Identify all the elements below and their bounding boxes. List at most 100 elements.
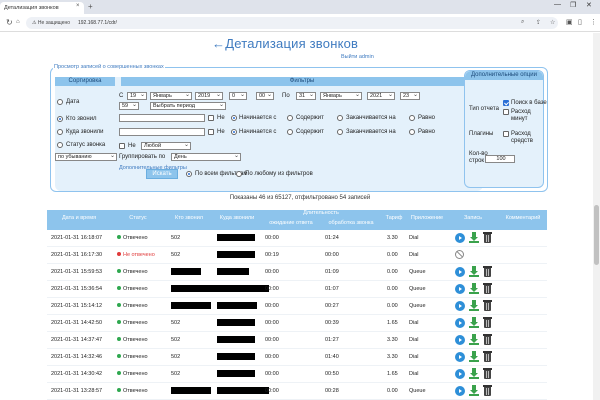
play-icon[interactable]: [455, 284, 465, 294]
play-icon[interactable]: [455, 386, 465, 396]
callee-contains-radio[interactable]: [287, 129, 293, 135]
caller-input[interactable]: [119, 114, 205, 122]
download-icon[interactable]: [469, 368, 479, 379]
url-text[interactable]: 192.168.77.1/cdr/: [78, 20, 117, 26]
trash-icon[interactable]: [483, 283, 492, 294]
col-datetime[interactable]: Дата и время: [47, 210, 111, 230]
sort-order-select[interactable]: по убыванию: [55, 153, 117, 161]
play-icon[interactable]: [455, 233, 465, 243]
sort-radio-date[interactable]: [57, 99, 63, 105]
to-month-select[interactable]: Январь: [320, 92, 362, 100]
status-not-checkbox[interactable]: [119, 143, 125, 149]
menu-icon[interactable]: ⋮: [590, 18, 597, 26]
download-icon[interactable]: [469, 385, 479, 396]
sort-radio-caller[interactable]: [57, 116, 63, 122]
trash-icon[interactable]: [483, 385, 492, 396]
play-icon[interactable]: [455, 352, 465, 362]
page-title[interactable]: ←Детализация звонков: [212, 36, 358, 51]
caller-starts-radio[interactable]: [231, 115, 237, 121]
col-record[interactable]: Запись: [447, 210, 499, 230]
download-icon[interactable]: [469, 300, 479, 311]
from-year-select[interactable]: 2019: [195, 92, 223, 100]
caller-ends-radio[interactable]: [337, 115, 343, 121]
status-not-label: Не: [128, 143, 136, 149]
trash-icon[interactable]: [483, 232, 492, 243]
logout-link[interactable]: Выйти admin: [341, 54, 374, 60]
from-day-select[interactable]: 19: [127, 92, 147, 100]
download-icon[interactable]: [469, 317, 479, 328]
trash-icon[interactable]: [483, 266, 492, 277]
from-hour-select[interactable]: 0: [229, 92, 247, 100]
extensions-icon[interactable]: ▣: [566, 18, 573, 26]
sort-radio-callee[interactable]: [57, 129, 63, 135]
from-month-select[interactable]: Январь: [150, 92, 192, 100]
all-filters-radio[interactable]: [186, 171, 192, 177]
page-scrollbar[interactable]: [593, 33, 600, 400]
callee-not-checkbox[interactable]: [208, 129, 214, 135]
bookmark-star-icon[interactable]: ☆: [550, 19, 555, 26]
funds-cost-checkbox[interactable]: [503, 131, 509, 137]
from-minute-select[interactable]: 00: [256, 92, 274, 100]
browser-tab[interactable]: Детализация звонков ×: [0, 2, 84, 14]
caller-equals-radio[interactable]: [409, 115, 415, 121]
to-minute-select[interactable]: 59: [119, 102, 139, 110]
not-secure-badge[interactable]: ⚠ Не защищено: [32, 20, 70, 26]
callee-starts-radio[interactable]: [231, 129, 237, 135]
col-app[interactable]: Приложение: [407, 210, 447, 230]
download-icon[interactable]: [469, 232, 479, 243]
status-select[interactable]: Любой: [141, 142, 191, 150]
play-icon[interactable]: [455, 318, 465, 328]
rows-input[interactable]: 100: [485, 155, 515, 163]
col-wait[interactable]: ожидание ответа: [261, 220, 321, 230]
col-handle[interactable]: обработка звонка: [321, 220, 381, 230]
play-icon[interactable]: [455, 267, 465, 277]
col-callee[interactable]: Куда звонили: [213, 210, 261, 230]
caller-contains-radio[interactable]: [287, 115, 293, 121]
omnibox[interactable]: ⚠ Не защищено 192.168.77.1/cdr/ ⌕ ⇪ ☆: [26, 17, 558, 29]
trash-icon[interactable]: [483, 300, 492, 311]
col-caller[interactable]: Кто звонил: [165, 210, 213, 230]
trash-icon[interactable]: [483, 368, 492, 379]
search-button[interactable]: Искать: [146, 169, 178, 179]
play-icon[interactable]: [455, 369, 465, 379]
to-year-select[interactable]: 2021: [367, 92, 395, 100]
to-day-select[interactable]: 31: [296, 92, 316, 100]
sort-radio-status[interactable]: [57, 142, 63, 148]
share-icon[interactable]: ⇪: [536, 19, 541, 26]
col-tariff[interactable]: Тариф: [381, 210, 407, 230]
minute-cost-checkbox[interactable]: [503, 109, 509, 115]
search-db-checkbox[interactable]: [503, 100, 509, 106]
tab-close-icon[interactable]: ×: [76, 3, 80, 9]
play-icon[interactable]: [455, 301, 465, 311]
trash-icon[interactable]: [483, 351, 492, 362]
download-icon[interactable]: [469, 351, 479, 362]
search-icon[interactable]: ⌕: [521, 19, 524, 26]
col-comment[interactable]: Комментарий: [499, 210, 547, 230]
close-window-icon[interactable]: ✕: [586, 1, 592, 9]
minimize-icon[interactable]: —: [554, 1, 561, 8]
home-icon[interactable]: ⌂: [16, 19, 20, 25]
download-icon[interactable]: [469, 266, 479, 277]
group-by-select[interactable]: День: [171, 153, 241, 161]
new-tab-icon[interactable]: +: [88, 2, 93, 11]
caller-not-checkbox[interactable]: [208, 115, 214, 121]
reload-icon[interactable]: ↻: [6, 18, 13, 27]
callee-ends-radio[interactable]: [337, 129, 343, 135]
download-icon[interactable]: [469, 283, 479, 294]
cell-wait: 00:00: [265, 286, 279, 292]
callee-input[interactable]: [119, 128, 205, 136]
trash-icon[interactable]: [483, 317, 492, 328]
col-status[interactable]: Статус: [111, 210, 165, 230]
callee-equals-radio[interactable]: [409, 129, 415, 135]
download-icon[interactable]: [469, 334, 479, 345]
callee-redaction: [217, 387, 269, 394]
to-hour-select[interactable]: 23: [400, 92, 420, 100]
play-icon[interactable]: [455, 335, 465, 345]
sidebar-icon[interactable]: ▯: [578, 18, 582, 26]
maximize-icon[interactable]: ❐: [570, 1, 576, 9]
period-select[interactable]: Выбрать период: [150, 102, 226, 110]
any-filter-radio[interactable]: [236, 171, 242, 177]
scrollbar-thumb[interactable]: [594, 205, 599, 265]
trash-icon[interactable]: [483, 334, 492, 345]
cell-status-text: Отвечено: [123, 303, 148, 309]
